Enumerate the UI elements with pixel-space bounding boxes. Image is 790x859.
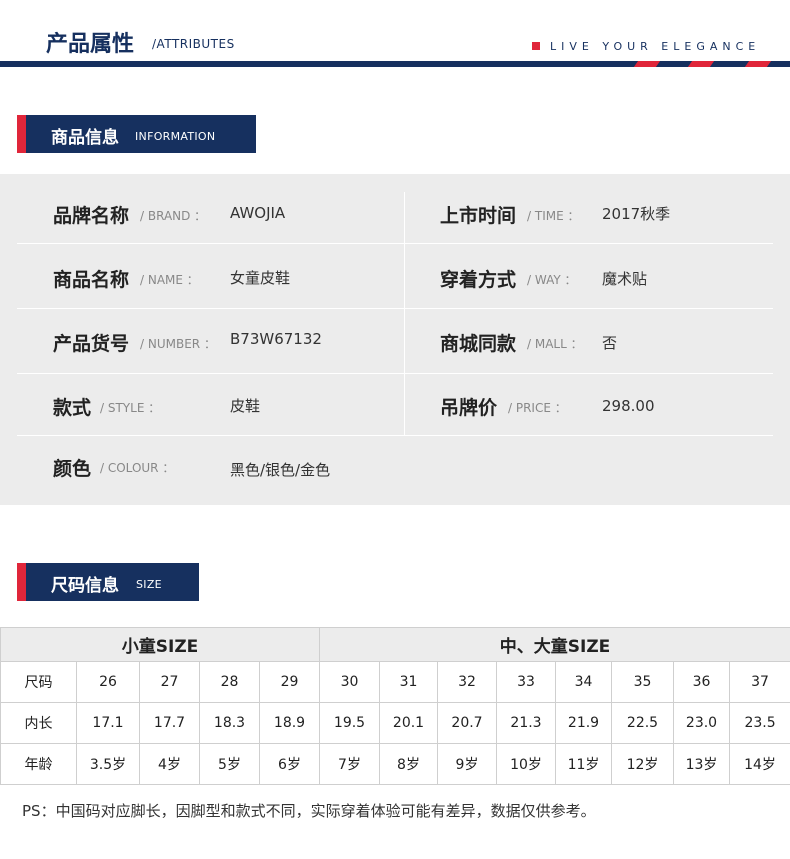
release-time-label-en: / TIME ： (527, 209, 580, 223)
table-cell: 28 (199, 661, 260, 703)
column-divider (404, 192, 405, 435)
page-subtitle: /ATTRIBUTES (152, 37, 235, 51)
small-kids-group-header: 小童SIZE (0, 627, 321, 662)
table-row-age: 年龄 3.5岁 4岁 5岁 6岁 7岁 8岁 9岁 10岁 11岁 12岁 13… (0, 743, 790, 785)
size-heading-cn: 尺码信息 (51, 576, 119, 596)
row-divider (17, 435, 773, 436)
red-square-icon (532, 42, 540, 50)
size-table: 小童SIZE 中、大童SIZE 尺码 26 27 28 29 30 31 32 … (0, 627, 790, 785)
table-cell: 11岁 (555, 743, 613, 785)
size-heading-en: SIZE (136, 578, 162, 591)
size-group-row: 小童SIZE 中、大童SIZE (0, 627, 790, 662)
heading-red-accent (17, 115, 26, 153)
row-divider (17, 308, 773, 309)
table-cell: 23.5 (729, 702, 790, 744)
table-cell: 36 (673, 661, 731, 703)
product-name-label-en: / NAME ： (140, 273, 199, 287)
table-cell: 10岁 (496, 743, 557, 785)
table-cell: 23.0 (673, 702, 731, 744)
table-cell: 18.9 (258, 702, 321, 744)
brand-label-en: / BRAND ： (140, 209, 207, 223)
table-cell: 29 (258, 661, 321, 703)
mall-same-value: 否 (602, 334, 618, 352)
header-divider-bar (0, 61, 790, 67)
table-cell: 30 (319, 661, 381, 703)
big-kids-group-header: 中、大童SIZE (319, 627, 790, 662)
table-cell: 17.7 (139, 702, 200, 744)
table-row-size: 尺码 26 27 28 29 30 31 32 33 34 35 36 37 (0, 661, 790, 703)
red-stripe-decoration (633, 61, 661, 67)
table-cell: 14岁 (729, 743, 790, 785)
table-cell: 18.3 (199, 702, 260, 744)
tagline: LIVE YOUR ELEGANCE (532, 40, 760, 53)
product-name-label: 商品名称 (53, 269, 130, 291)
table-cell: 37 (729, 661, 790, 703)
page-title: 产品属性 (46, 32, 135, 57)
item-number-label-en: / NUMBER ： (140, 337, 216, 351)
price-label: 吊牌价 (440, 397, 498, 419)
red-stripe-decoration (687, 61, 715, 67)
item-number-label: 产品货号 (53, 333, 130, 355)
colour-label: 颜色 (53, 458, 92, 480)
release-time-value: 2017秋季 (602, 205, 671, 223)
colour-label-en: / COLOUR ： (100, 461, 175, 475)
table-cell: 4岁 (139, 743, 200, 785)
info-heading-cn: 商品信息 (51, 128, 119, 148)
table-cell: 32 (437, 661, 498, 703)
table-cell: 17.1 (76, 702, 140, 744)
info-heading-en: INFORMATION (135, 130, 216, 143)
heading-red-accent (17, 563, 26, 601)
release-time-label: 上市时间 (440, 205, 517, 227)
style-label: 款式 (53, 397, 92, 419)
wear-method-label-en: / WAY ： (527, 273, 577, 287)
table-cell: 21.3 (496, 702, 557, 744)
product-info-panel: 品牌名称 / BRAND ： AWOJIA 上市时间 / TIME ： 2017… (0, 174, 790, 505)
table-cell: 13岁 (673, 743, 731, 785)
table-cell: 31 (379, 661, 439, 703)
row-label: 内长 (0, 702, 77, 744)
wear-method-value: 魔术贴 (602, 270, 648, 288)
size-section-heading: 尺码信息 SIZE (17, 563, 199, 601)
table-cell: 5岁 (199, 743, 260, 785)
info-section-heading: 商品信息 INFORMATION (17, 115, 256, 153)
table-cell: 35 (611, 661, 675, 703)
table-cell: 21.9 (555, 702, 613, 744)
table-cell: 33 (496, 661, 557, 703)
wear-method-label: 穿着方式 (440, 269, 517, 291)
tagline-text: LIVE YOUR ELEGANCE (550, 40, 761, 53)
table-row-length: 内长 17.1 17.7 18.3 18.9 19.5 20.1 20.7 21… (0, 702, 790, 744)
table-cell: 3.5岁 (76, 743, 140, 785)
table-cell: 26 (76, 661, 140, 703)
row-label: 年龄 (0, 743, 77, 785)
table-cell: 22.5 (611, 702, 675, 744)
row-divider (17, 243, 773, 244)
price-label-en: / PRICE ： (508, 401, 567, 415)
price-value: 298.00 (602, 397, 655, 415)
table-cell: 20.7 (437, 702, 498, 744)
colour-value: 黑色/银色/金色 (230, 461, 331, 479)
table-cell: 9岁 (437, 743, 498, 785)
item-number-value: B73W67132 (230, 330, 322, 348)
red-stripe-decoration (744, 61, 772, 67)
table-cell: 19.5 (319, 702, 381, 744)
style-value: 皮鞋 (230, 397, 261, 415)
table-cell: 34 (555, 661, 613, 703)
row-label: 尺码 (0, 661, 77, 703)
table-cell: 12岁 (611, 743, 675, 785)
size-note: PS：中国码对应脚长，因脚型和款式不同，实际穿着体验可能有差异，数据仅供参考。 (22, 802, 596, 820)
mall-same-label: 商城同款 (440, 333, 517, 355)
row-divider (17, 373, 773, 374)
brand-label: 品牌名称 (53, 205, 130, 227)
brand-value: AWOJIA (230, 204, 286, 222)
table-cell: 7岁 (319, 743, 381, 785)
table-cell: 20.1 (379, 702, 439, 744)
table-cell: 8岁 (379, 743, 439, 785)
table-cell: 27 (139, 661, 200, 703)
table-cell: 6岁 (258, 743, 321, 785)
style-label-en: / STYLE ： (100, 401, 161, 415)
mall-same-label-en: / MALL ： (527, 337, 583, 351)
product-name-value: 女童皮鞋 (230, 269, 291, 287)
